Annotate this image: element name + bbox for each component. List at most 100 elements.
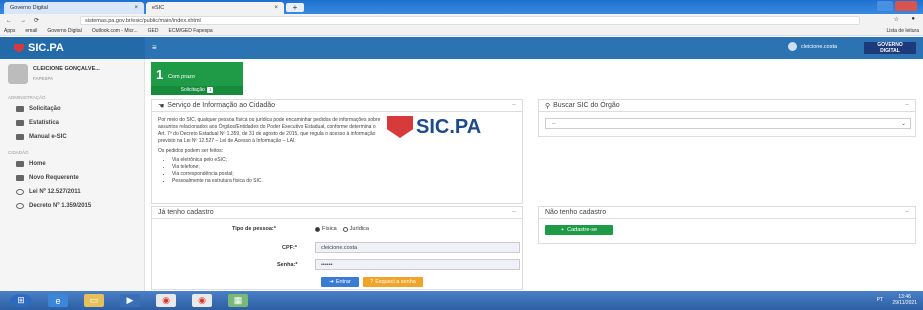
tab-governo-digital[interactable]: Governo Digital × (4, 2, 144, 14)
info-panel-header: ☚ Serviço de Informação ao Cidadão − (152, 100, 522, 112)
list-item: Via correspondência postal; (172, 171, 516, 178)
star-icon[interactable]: ☆ (894, 16, 899, 23)
sidebar-item-solicitacao[interactable]: Solicitação (0, 102, 144, 116)
chrome-icon[interactable]: ◉ (156, 294, 176, 307)
reading-list[interactable]: Lista de leitura (886, 28, 919, 34)
password-row: Senha:* (277, 262, 297, 268)
profile-name: CLEICIONE GONÇALVE... (33, 66, 100, 72)
start-button[interactable]: ⊞ (10, 294, 32, 307)
image-viewer-icon[interactable]: ▦ (228, 294, 248, 307)
summary-box[interactable]: 1 Com prazo Solicitação 1 (151, 62, 243, 95)
browser-tab-bar: Governo Digital × eSIC × + (0, 0, 923, 14)
address-toolbar: ← → ⟳ sistemas.pa.gov.br/esic/public/mai… (0, 14, 923, 27)
register-panel-title: Não tenho cadastro (545, 209, 607, 216)
cpf-label: CPF:* (282, 245, 297, 251)
sidebar-item-lei[interactable]: Lei Nº 12.527/2011 (0, 185, 144, 199)
person-type-label: Tipo de pessoa:* (232, 226, 276, 232)
sidebar-item-home[interactable]: Home (0, 157, 144, 171)
avatar (788, 42, 797, 51)
home-icon (16, 161, 24, 167)
chrome-icon[interactable]: ◉ (192, 294, 212, 307)
orgao-select[interactable]: -- ⌄ (545, 118, 911, 129)
radio-fisica[interactable] (315, 226, 320, 232)
bookmarks-bar: Apps email Governo Digital Outlook.com -… (0, 27, 923, 36)
bookmark-item[interactable]: email (25, 28, 37, 34)
password-input[interactable]: •••••• (315, 259, 520, 270)
sidebar-item-label: Decreto Nº 1.359/2015 (29, 203, 92, 209)
collapse-icon[interactable]: − (512, 102, 516, 109)
minimize-button[interactable] (877, 1, 893, 11)
bookmark-item[interactable]: Governo Digital (47, 28, 81, 34)
bookmark-item[interactable]: ECM/GED Fapespa (169, 28, 213, 34)
reload-icon[interactable]: ⟳ (34, 17, 39, 24)
profile-role: FAPESPA (33, 76, 54, 81)
tab-label: eSIC (152, 5, 165, 11)
shield-icon (387, 116, 413, 138)
user-menu[interactable]: cleicione.costa (788, 42, 837, 51)
close-window-button[interactable] (895, 1, 917, 11)
collapse-icon[interactable]: − (905, 102, 909, 109)
folder-icon[interactable]: ▭ (84, 294, 104, 307)
tab-esic[interactable]: eSIC × (146, 2, 284, 14)
gear-icon (16, 120, 24, 126)
register-button[interactable]: + Cadastre-se (545, 225, 613, 235)
sidebar-item-decreto[interactable]: Decreto Nº 1.359/2015 (0, 199, 144, 213)
sidebar-item-label: Solicitação (29, 106, 61, 112)
bookmark-item[interactable]: Outlook.com - Micr... (92, 28, 138, 34)
login-panel: Já tenho cadastro − Tipo de pessoa:* Fís… (151, 206, 523, 290)
profile-icon[interactable]: ● (911, 16, 915, 22)
cpf-input[interactable]: cleicione.costa (315, 242, 520, 253)
close-icon[interactable]: × (134, 5, 138, 11)
sidebar-item-label: Home (29, 161, 46, 167)
summary-footer[interactable]: Solicitação 1 (151, 86, 243, 95)
password-label: Senha:* (277, 262, 298, 268)
app-logo[interactable]: SIC.PA (0, 37, 145, 59)
info-panel: ☚ Serviço de Informação ao Cidadão − Por… (151, 99, 523, 204)
sidebar-item-label: Estatística (29, 120, 60, 126)
sidebar-item-label: Novo Requerente (29, 175, 79, 181)
back-icon[interactable]: ← (6, 18, 12, 24)
chevron-down-icon: ⌄ (900, 121, 906, 127)
main-content: 1 Com prazo Solicitação 1 ☚ Serviço de In… (145, 59, 923, 291)
menu-toggle-icon[interactable]: ≡ (152, 43, 157, 52)
login-panel-title: Já tenho cadastro (158, 209, 214, 216)
close-icon[interactable]: × (274, 5, 278, 11)
count-badge: 1 (206, 87, 214, 93)
book-icon (16, 134, 24, 140)
logo-text: SIC.PA (28, 42, 64, 54)
info-panel-title: Serviço de Informação ao Cidadão (167, 102, 276, 109)
radio-juridica[interactable] (342, 226, 348, 232)
section-label-citizen: CIDADÃO (8, 150, 29, 155)
collapse-icon[interactable]: − (512, 209, 516, 216)
system-clock[interactable]: 13:46 29/11/2021 (892, 294, 917, 306)
media-icon[interactable]: ▶ (120, 294, 140, 307)
ie-icon[interactable]: e (48, 294, 68, 307)
sidebar-item-label: Manual e-SIC (29, 134, 67, 140)
register-button-label: Cadastre-se (567, 227, 598, 233)
language-indicator[interactable]: PT (877, 297, 883, 303)
cpf-row: CPF:* (282, 245, 297, 251)
sidebar-item-estatistica[interactable]: Estatística (0, 116, 144, 130)
user-add-icon (16, 175, 24, 181)
ways-list: Via eletrônica pelo eSIC; Via telefone; … (158, 157, 516, 185)
sidebar-item-novo-requerente[interactable]: Novo Requerente (0, 171, 144, 185)
forward-icon[interactable]: → (20, 18, 26, 24)
enter-button[interactable]: ➔ Entrar (321, 277, 359, 287)
gov-logo-line2: DIGITAL (880, 48, 900, 54)
clock-date: 29/11/2021 (892, 300, 917, 306)
person-type-options: Física Jurídica (315, 226, 369, 232)
new-tab-button[interactable]: + (286, 3, 304, 12)
collapse-icon[interactable]: − (905, 209, 909, 216)
bookmark-item[interactable]: Apps (4, 28, 15, 34)
select-value: -- (552, 121, 556, 127)
search-icon: ⚲ (545, 102, 551, 110)
forgot-password-label: Esqueci a senha (375, 279, 416, 285)
search-panel-title: Buscar SIC do Órgão (553, 102, 620, 109)
governo-digital-logo: GOVERNO DIGITAL (864, 42, 916, 54)
sidebar-item-manual[interactable]: Manual e-SIC (0, 130, 144, 144)
enter-button-label: Entrar (335, 279, 351, 285)
sicpa-logo: SIC.PA (387, 116, 481, 138)
url-input[interactable]: sistemas.pa.gov.br/esic/public/main/inde… (80, 16, 860, 25)
forgot-password-button[interactable]: ? Esqueci a senha (363, 277, 423, 287)
bookmark-item[interactable]: GED (148, 28, 159, 34)
